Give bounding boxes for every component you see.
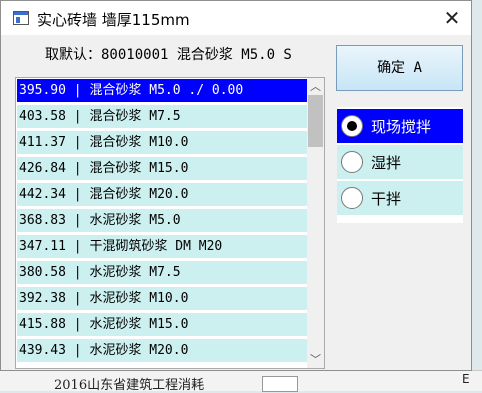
list-item[interactable]: 415.88 | 水泥砂浆 M15.0 [17, 313, 307, 336]
default-material-label: 取默认：80010001 混合砂浆 M5.0 S [45, 47, 292, 63]
scroll-thumb[interactable] [308, 95, 323, 147]
material-select-dialog: 实心砖墙 墙厚115mm ✕ 取默认：80010001 混合砂浆 M5.0 S … [0, 0, 472, 371]
radio-button-icon[interactable] [341, 187, 363, 209]
list-item[interactable]: 426.84 | 混合砂浆 M15.0 [17, 157, 307, 180]
title-bar[interactable]: 实心砖墙 墙厚115mm ✕ [1, 1, 471, 35]
list-scrollbar[interactable]: ︿ ﹀ [307, 78, 324, 368]
confirm-button[interactable]: 确定 A [336, 45, 463, 91]
radio-option[interactable]: 干拌 [337, 181, 463, 215]
radio-label: 干拌 [371, 190, 402, 208]
list-item[interactable]: 368.83 | 水泥砂浆 M5.0 [17, 209, 307, 232]
list-item[interactable]: 411.37 | 混合砂浆 M10.0 [17, 131, 307, 154]
radio-button-icon[interactable] [341, 151, 363, 173]
background-app-bottom-text: 2016山东省建筑工程消耗 [54, 378, 205, 393]
close-button[interactable]: ✕ [437, 5, 467, 31]
radio-selected-dot-icon [347, 121, 357, 131]
list-item[interactable]: 392.38 | 水泥砂浆 M10.0 [17, 287, 307, 310]
list-item[interactable]: 347.11 | 干混砌筑砂浆 DM M20 [17, 235, 307, 258]
window-app-icon [13, 11, 29, 25]
scroll-down-arrow-icon[interactable]: ﹀ [307, 351, 324, 368]
window-title: 实心砖墙 墙厚115mm [37, 11, 190, 29]
mixing-method-group: 现场搅拌 湿拌 干拌 [337, 107, 463, 223]
list-item[interactable]: 439.43 | 水泥砂浆 M20.0 [17, 339, 307, 362]
mortar-price-list[interactable]: 395.90 | 混合砂浆 M5.0 ./ 0.00 403.58 | 混合砂浆 … [15, 77, 325, 369]
list-item[interactable]: 380.58 | 水泥砂浆 M7.5 [17, 261, 307, 284]
background-app-corner-text: E [462, 372, 470, 386]
list-item[interactable]: 395.90 | 混合砂浆 M5.0 ./ 0.00 [17, 79, 307, 102]
radio-label: 湿拌 [371, 154, 402, 172]
scroll-up-arrow-icon[interactable]: ︿ [307, 78, 324, 95]
list-item[interactable]: 442.34 | 混合砂浆 M20.0 [17, 183, 307, 206]
radio-option[interactable]: 现场搅拌 [337, 109, 463, 143]
list-item[interactable]: 403.58 | 混合砂浆 M7.5 [17, 105, 307, 128]
radio-button-icon[interactable] [341, 115, 363, 137]
radio-label: 现场搅拌 [371, 118, 432, 136]
radio-option[interactable]: 湿拌 [337, 145, 463, 179]
